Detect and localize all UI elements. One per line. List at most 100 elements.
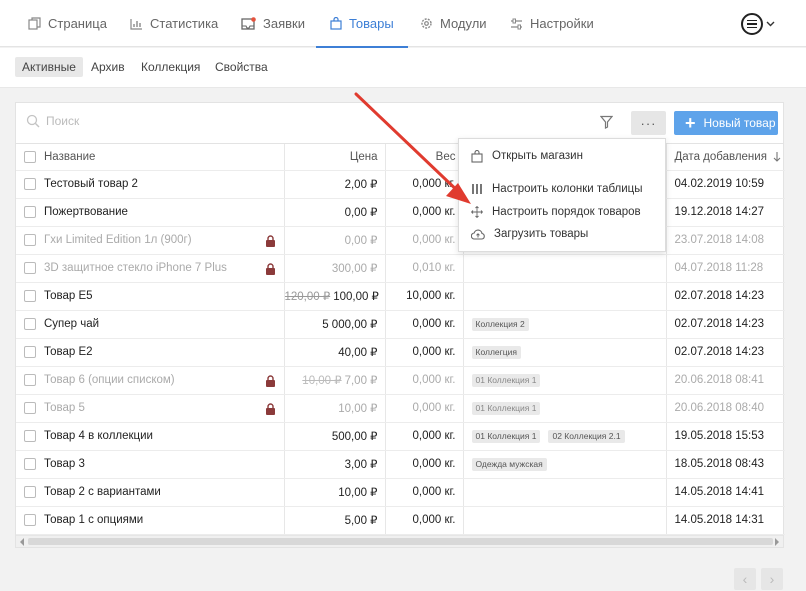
tab-statistics[interactable]: Статистика: [130, 0, 218, 47]
new-product-label: Новый товар: [703, 116, 776, 130]
filter-button[interactable]: [599, 115, 614, 132]
table-row[interactable]: Товар 5 10,00 ₽ 0,000 кг. 01 Коллекция 1 20.…: [16, 394, 785, 423]
product-name-cell[interactable]: Товар E2: [16, 338, 285, 367]
table-row[interactable]: Товар 3 3,00 ₽ 0,000 кг. Одежда мужская 18.0…: [16, 450, 785, 479]
product-name-cell[interactable]: Пожертвование: [16, 198, 285, 227]
product-name-cell[interactable]: Товар 3: [16, 450, 285, 479]
column-name-header[interactable]: Название: [16, 144, 285, 171]
table-row[interactable]: Товар 6 (опции списком) 10,00 ₽7,00 ₽0,00…: [16, 366, 785, 395]
menu-item-upload[interactable]: Загрузить товары: [459, 223, 665, 245]
collection-tag: Одежда мужская: [471, 457, 547, 471]
horizontal-scrollbar[interactable]: [16, 535, 783, 547]
product-name-cell[interactable]: Товар 4 в коллекции: [16, 422, 285, 451]
row-checkbox[interactable]: [24, 513, 36, 526]
collection-tag: 02 Коллекция 2.1: [548, 429, 625, 443]
main-menu-button[interactable]: [741, 12, 781, 36]
price: 10,00 ₽: [338, 403, 378, 415]
product-name-cell[interactable]: Тестовый товар 2: [16, 170, 285, 199]
tab-orders[interactable]: Заявки: [241, 0, 305, 47]
weight-cell: 0,000 кг.: [385, 338, 464, 367]
table-row[interactable]: Товар E2 40,00 ₽ 0,000 кг. Коллегция 02.07.2…: [16, 338, 785, 367]
top-nav: Страница Статистика Заявки Товары Модули…: [0, 0, 806, 48]
date-cell: 20.06.2018 08:40: [666, 394, 785, 423]
tags-cell: [463, 478, 667, 507]
column-price-header[interactable]: Цена: [284, 144, 386, 171]
weight-cell: 0,000 кг.: [385, 506, 464, 535]
row-checkbox[interactable]: [24, 429, 36, 442]
product-name: Товар 1 с опциями: [44, 514, 144, 527]
price-cell: 300,00 ₽: [284, 254, 386, 283]
product-name: Тестовый товар 2: [44, 178, 138, 191]
prev-page-button[interactable]: ‹: [734, 568, 756, 590]
price: 3,00 ₽: [344, 459, 378, 471]
table-row[interactable]: Гхи Limited Edition 1л (900г) 0,00 ₽ 0,000…: [16, 226, 785, 255]
product-name-cell[interactable]: Гхи Limited Edition 1л (900г): [16, 226, 285, 255]
tab-modules[interactable]: Модули: [420, 0, 487, 47]
table-row[interactable]: Товар 2 с вариантами 10,00 ₽ 0,000 кг. 14.0…: [16, 478, 785, 507]
tags-cell: Коллегция: [463, 338, 667, 367]
date-cell: 14.05.2018 14:41: [666, 478, 785, 507]
product-name-cell[interactable]: 3D защитное стекло iPhone 7 Plus: [16, 254, 285, 283]
table-row[interactable]: Товар E5 120,00 ₽100,00 ₽10,000 кг. 02.07.…: [16, 282, 785, 311]
table-row[interactable]: Товар 1 с опциями 5,00 ₽ 0,000 кг. 14.05.20…: [16, 506, 785, 535]
subnav-properties[interactable]: Свойства: [208, 57, 275, 77]
sub-nav: Активные Архив Коллекция Свойства: [0, 48, 806, 88]
tab-page-label: Страница: [48, 16, 107, 31]
row-checkbox[interactable]: [24, 373, 36, 386]
tab-page[interactable]: Страница: [28, 0, 107, 47]
product-name-cell[interactable]: Товар 2 с вариантами: [16, 478, 285, 507]
subnav-archive[interactable]: Архив: [84, 57, 132, 77]
menu-item-columns-label: Настроить колонки таблицы: [492, 183, 643, 195]
tab-products[interactable]: Товары: [316, 0, 408, 48]
collection-tag: 01 Коллекция 1: [471, 429, 541, 443]
row-checkbox[interactable]: [24, 457, 36, 470]
row-checkbox[interactable]: [24, 289, 36, 302]
table-row[interactable]: Пожертвование 0,00 ₽ 0,000 кг. 19.12.2018 1…: [16, 198, 785, 227]
price: 40,00 ₽: [338, 347, 378, 359]
column-date-header[interactable]: Дата добавления: [666, 144, 785, 171]
price: 5 000,00 ₽: [322, 319, 378, 331]
row-checkbox[interactable]: [24, 261, 36, 274]
date-cell: 02.07.2018 14:23: [666, 310, 785, 339]
tab-statistics-label: Статистика: [150, 16, 219, 31]
next-page-button[interactable]: ›: [761, 568, 783, 590]
move-icon: [471, 206, 483, 218]
pages-icon: [28, 17, 41, 30]
cloud-upload-icon: [471, 229, 485, 240]
price: 300,00 ₽: [331, 263, 378, 275]
product-name-cell[interactable]: Товар 5: [16, 394, 285, 423]
tab-settings[interactable]: Настройки: [510, 0, 594, 47]
more-dropdown-menu: Открыть магазин Настроить колонки таблиц…: [458, 138, 666, 252]
menu-item-order[interactable]: Настроить порядок товаров: [459, 201, 665, 223]
price-cell: 10,00 ₽: [284, 394, 386, 423]
row-checkbox[interactable]: [24, 233, 36, 246]
table-row[interactable]: Товар 4 в коллекции 500,00 ₽0,000 кг. 01 К…: [16, 422, 785, 451]
subnav-collection[interactable]: Коллекция: [134, 57, 207, 77]
table-row[interactable]: Супер чай 5 000,00 ₽ 0,000 кг. Коллекция 2 0…: [16, 310, 785, 339]
tab-orders-label: Заявки: [263, 16, 305, 31]
tags-cell: [463, 506, 667, 535]
product-name-cell[interactable]: Товар 6 (опции списком): [16, 366, 285, 395]
menu-item-open-store[interactable]: Открыть магазин: [459, 145, 665, 167]
subnav-active[interactable]: Активные: [15, 57, 83, 77]
row-checkbox[interactable]: [24, 317, 36, 330]
search-input[interactable]: Поиск: [26, 114, 79, 128]
table-row[interactable]: Тестовый товар 2 2,00 ₽ 0,000 кг. 04.02.201…: [16, 170, 785, 199]
product-name-cell[interactable]: Товар E5: [16, 282, 285, 311]
menu-item-upload-label: Загрузить товары: [494, 228, 589, 240]
row-checkbox[interactable]: [24, 345, 36, 358]
table-row[interactable]: 3D защитное стекло iPhone 7 Plus 300,00 ₽…: [16, 254, 785, 283]
row-checkbox[interactable]: [24, 401, 36, 414]
row-checkbox[interactable]: [24, 177, 36, 190]
table-header-row: Название Цена Вес Дата добавления: [16, 144, 785, 171]
column-weight-header[interactable]: Вес: [385, 144, 464, 171]
scrollbar-thumb[interactable]: [28, 538, 773, 545]
more-button[interactable]: ···: [631, 111, 666, 135]
row-checkbox[interactable]: [24, 485, 36, 498]
select-all-checkbox[interactable]: [24, 150, 36, 163]
product-name-cell[interactable]: Товар 1 с опциями: [16, 506, 285, 535]
product-name-cell[interactable]: Супер чай: [16, 310, 285, 339]
new-product-button[interactable]: + Новый товар: [674, 111, 778, 135]
menu-item-columns[interactable]: Настроить колонки таблицы: [459, 178, 665, 200]
row-checkbox[interactable]: [24, 205, 36, 218]
